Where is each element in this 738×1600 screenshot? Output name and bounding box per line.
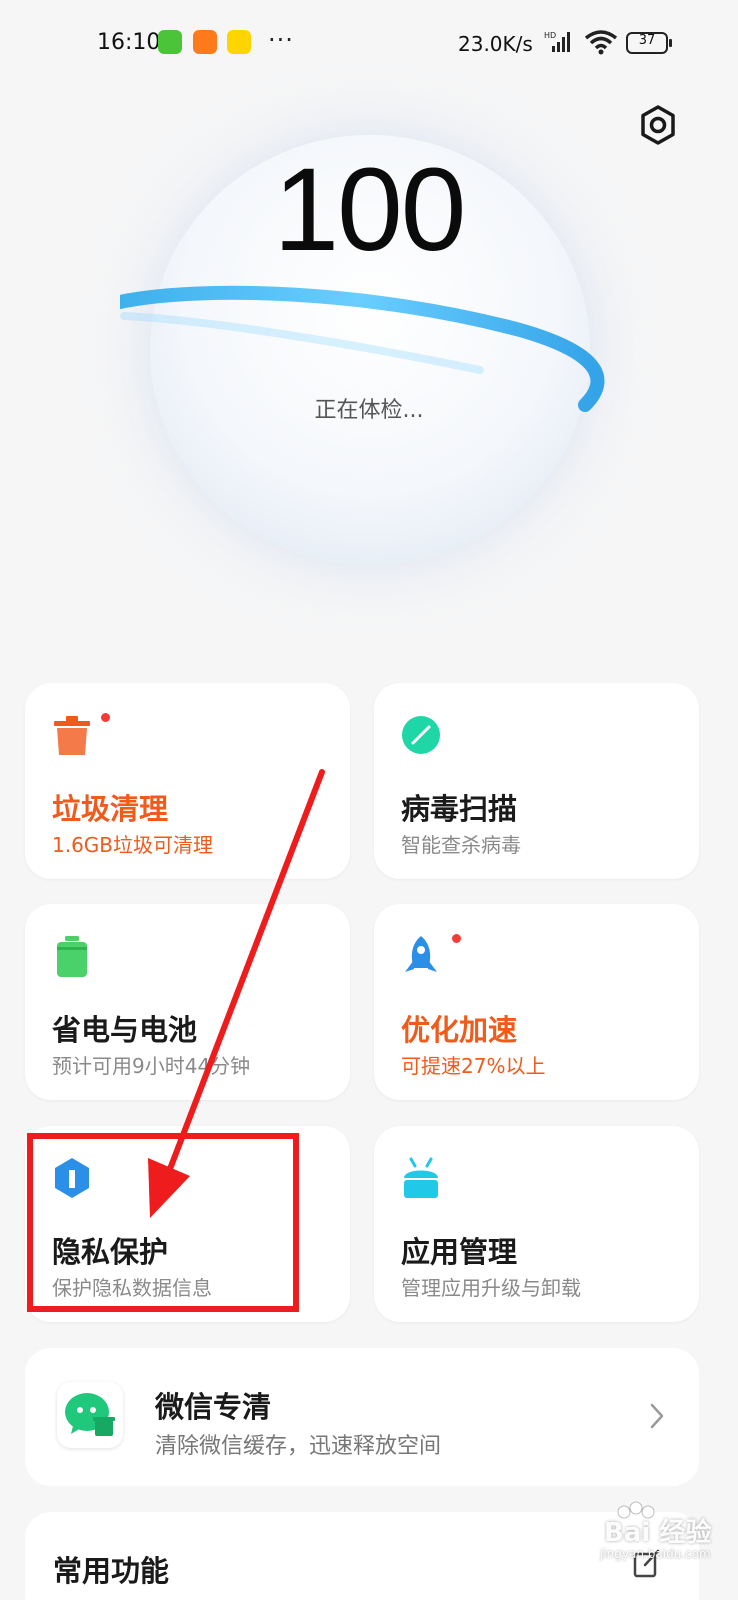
battery-icon xyxy=(57,936,87,977)
battery-status-icon: 37 xyxy=(626,32,672,54)
android-icon xyxy=(404,1157,438,1198)
battery-level: 37 xyxy=(638,33,656,48)
status-bar: 16:10 ··· 23.0K/s HD 37 xyxy=(0,0,738,90)
health-score: 100 xyxy=(273,144,467,276)
virus-scan-icon xyxy=(402,716,440,754)
wechat-clean-card[interactable]: 微信专清 清除微信缓存，迅速释放空间 xyxy=(25,1348,699,1486)
new-badge-dot xyxy=(101,713,110,722)
status-time: 16:10 xyxy=(97,30,161,55)
card-title: 优化加速 xyxy=(401,1013,518,1047)
card-title: 病毒扫描 xyxy=(401,792,518,826)
new-badge-dot xyxy=(452,934,461,943)
wechat-clean-subtitle: 清除微信缓存，迅速释放空间 xyxy=(155,1434,442,1459)
annotation-highlight-box xyxy=(27,1133,299,1312)
rocket-icon xyxy=(405,936,437,972)
card-subtitle: 预计可用9小时44分钟 xyxy=(52,1054,251,1078)
wechat-clean-title: 微信专清 xyxy=(155,1390,272,1424)
speed-boost-card[interactable]: 优化加速 可提速27%以上 xyxy=(374,904,699,1100)
card-subtitle: 1.6GB垃圾可清理 xyxy=(52,833,214,857)
wechat-clean-icon xyxy=(57,1382,123,1448)
card-title: 垃圾清理 xyxy=(52,792,169,826)
scan-status: 正在体检... xyxy=(314,398,424,423)
battery-card[interactable]: 省电与电池 预计可用9小时44分钟 xyxy=(25,904,350,1100)
chevron-right-icon xyxy=(650,1403,664,1429)
card-title: 省电与电池 xyxy=(52,1013,198,1047)
yy-notification-icon xyxy=(227,30,251,54)
download-notification-icon xyxy=(158,30,182,54)
watermark-text: Bai 经验 xyxy=(604,1518,712,1548)
card-subtitle: 管理应用升级与卸载 xyxy=(401,1276,581,1300)
card-title: 应用管理 xyxy=(401,1235,518,1269)
trash-icon xyxy=(54,716,90,755)
card-subtitle: 可提速27%以上 xyxy=(401,1054,546,1078)
network-speed: 23.0K/s xyxy=(458,32,533,56)
virus-scan-card[interactable]: 病毒扫描 智能查杀病毒 xyxy=(374,683,699,879)
junk-clean-card[interactable]: 垃圾清理 1.6GB垃圾可清理 xyxy=(25,683,350,879)
app-management-card[interactable]: 应用管理 管理应用升级与卸载 xyxy=(374,1126,699,1322)
settings-gear-icon[interactable] xyxy=(636,103,680,147)
app-notification-icon xyxy=(193,30,217,54)
card-subtitle: 智能查杀病毒 xyxy=(401,833,521,857)
more-notifications-icon: ··· xyxy=(268,26,294,54)
watermark-url: jingyan.baidu.com xyxy=(600,1547,711,1561)
signal-icon: HD xyxy=(544,31,570,52)
common-functions-title: 常用功能 xyxy=(53,1554,170,1588)
wifi-icon xyxy=(584,30,618,55)
hd-label: HD xyxy=(544,31,556,40)
